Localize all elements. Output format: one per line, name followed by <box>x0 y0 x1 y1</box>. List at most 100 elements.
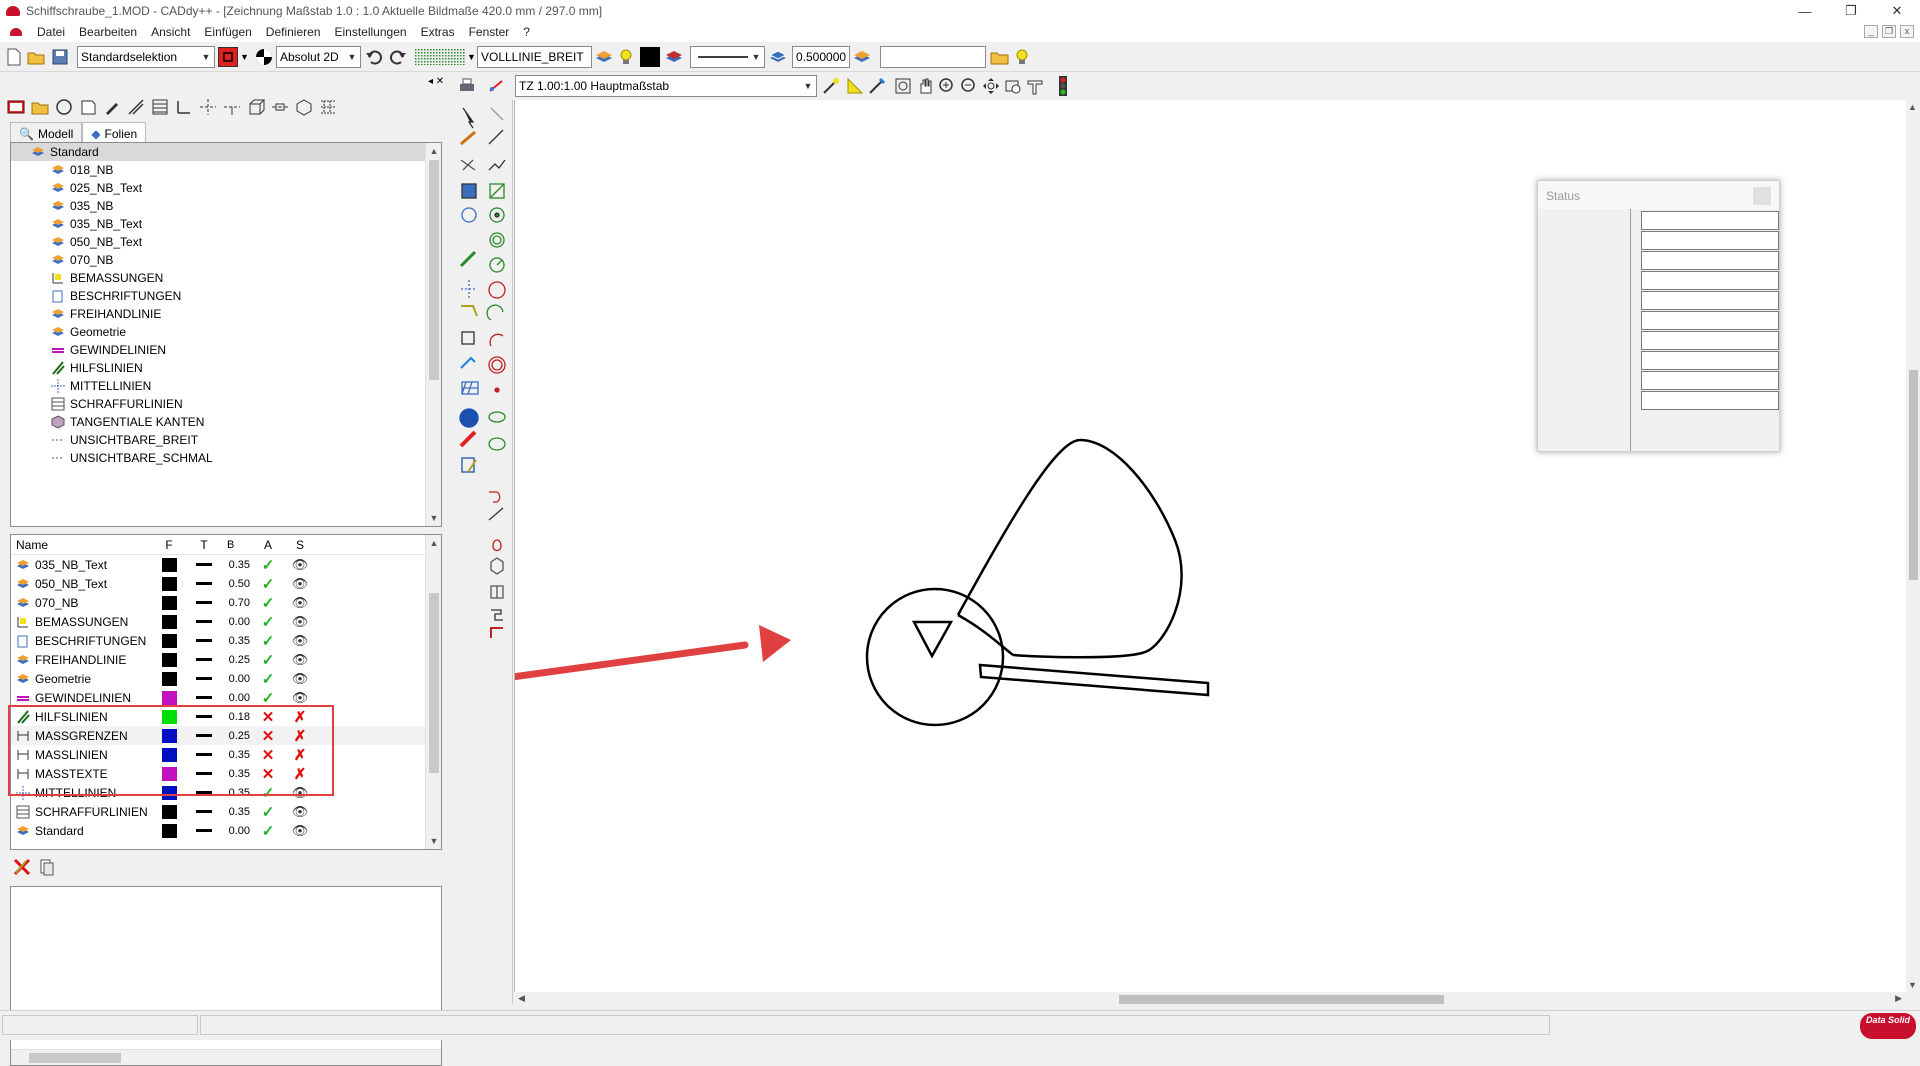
active-check-icon[interactable]: ✓ <box>253 689 283 707</box>
zoom-in-icon[interactable] <box>937 76 957 96</box>
menu-help[interactable]: ? <box>516 25 537 39</box>
grid-dropdown[interactable]: ▼ <box>467 52 476 62</box>
hscroll-left-icon[interactable]: ◀ <box>518 993 525 1004</box>
col-a[interactable]: A <box>253 538 283 552</box>
line-width-icon[interactable] <box>768 47 788 67</box>
line-type-icon[interactable] <box>196 582 212 585</box>
delete-layer-icon[interactable] <box>12 857 32 877</box>
col-s[interactable]: S <box>283 538 317 552</box>
redraw-icon[interactable] <box>1025 76 1045 96</box>
open-folder-icon[interactable] <box>26 47 46 67</box>
layer-width[interactable]: 0.35 <box>221 559 253 571</box>
tree-item[interactable]: FREIHANDLINIE <box>11 305 441 323</box>
folder-layer-icon[interactable] <box>990 47 1010 67</box>
select-color-icon[interactable] <box>218 47 238 67</box>
line-type-icon[interactable] <box>196 658 212 661</box>
tree-item[interactable]: UNSICHTBARE_SCHMAL <box>11 449 441 467</box>
visible-eye-icon[interactable]: 👁 <box>283 595 317 611</box>
zoom-out-icon[interactable] <box>959 76 979 96</box>
new-file-icon[interactable] <box>4 47 24 67</box>
tree-item[interactable]: GEWINDELINIEN <box>11 341 441 359</box>
select-circle-icon[interactable] <box>54 97 74 117</box>
menu-einstellungen[interactable]: Einstellungen <box>328 25 414 39</box>
tree-item[interactable]: BESCHRIFTUNGEN <box>11 287 441 305</box>
layer-color-swatch[interactable] <box>161 690 177 705</box>
light-bulb-icon[interactable] <box>616 47 636 67</box>
visible-eye-icon[interactable]: 👁 <box>283 823 317 839</box>
layer-row[interactable]: BEMASSUNGEN 0.00 ✓ 👁 <box>11 612 441 631</box>
layer-row[interactable]: Geometrie 0.00 ✓ 👁 <box>11 669 441 688</box>
layer-width[interactable]: 0.00 <box>221 692 253 704</box>
col-b[interactable]: B <box>221 539 253 551</box>
zoom-previous-icon[interactable] <box>1003 76 1023 96</box>
visible-eye-icon[interactable]: 👁 <box>283 614 317 630</box>
search-field[interactable] <box>880 46 986 68</box>
line-layer-icon[interactable] <box>664 47 684 67</box>
undo-icon[interactable] <box>364 47 384 67</box>
line-type-icon[interactable] <box>196 620 212 623</box>
line-type-icon[interactable] <box>196 601 212 604</box>
layer-width[interactable]: 0.35 <box>221 635 253 647</box>
hatch-tool-icon[interactable] <box>150 97 170 117</box>
tree-item[interactable]: UNSICHTBARE_BREIT <box>11 431 441 449</box>
active-check-icon[interactable]: ✓ <box>253 670 283 688</box>
line-type-field[interactable]: VOLLLINIE_BREIT <box>477 46 592 68</box>
list-scroll-up-icon[interactable]: ▲ <box>426 535 441 551</box>
restore-button[interactable]: ❐ <box>1828 0 1874 22</box>
tree-item[interactable]: SCHRAFFURLINIEN <box>11 395 441 413</box>
menu-fenster[interactable]: Fenster <box>462 25 517 39</box>
scroll-up-icon[interactable]: ▲ <box>426 143 441 159</box>
save-icon[interactable] <box>50 47 70 67</box>
tab-folien[interactable]: ◆ Folien <box>82 122 147 142</box>
vscroll-up-icon[interactable]: ▲ <box>1908 102 1917 112</box>
visible-eye-icon[interactable]: 👁 <box>283 633 317 649</box>
tree-item[interactable]: Standard <box>11 143 441 161</box>
menu-datei[interactable]: Datei <box>30 25 72 39</box>
drawing-tool-icons[interactable] <box>453 100 513 660</box>
active-check-icon[interactable]: ✓ <box>253 632 283 650</box>
mdi-close-button[interactable]: x <box>1900 25 1914 38</box>
snap-mode-icon[interactable] <box>254 47 274 67</box>
hscroll-thumb[interactable] <box>1119 995 1444 1004</box>
scale-select[interactable]: TZ 1.00:1.00 Hauptmaßstab ▼ <box>515 75 817 97</box>
active-check-icon[interactable]: ✓ <box>253 575 283 593</box>
line-type-icon[interactable] <box>196 563 212 566</box>
visible-eye-icon[interactable]: 👁 <box>283 804 317 820</box>
drawing-tool-icon[interactable] <box>487 76 507 96</box>
line-type-icon[interactable] <box>196 639 212 642</box>
vscroll-down-icon[interactable]: ▼ <box>1908 980 1917 990</box>
layer-width[interactable]: 0.00 <box>221 616 253 628</box>
layer-color-swatch[interactable] <box>161 557 177 572</box>
list-scrollbar[interactable]: ▲ ▼ <box>425 535 441 849</box>
menu-ansicht[interactable]: Ansicht <box>144 25 197 39</box>
layer-row[interactable]: BESCHRIFTUNGEN 0.35 ✓ 👁 <box>11 631 441 650</box>
dimension-tool-icon[interactable] <box>174 97 194 117</box>
active-check-icon[interactable]: ✓ <box>253 651 283 669</box>
tangent-tool-icon[interactable] <box>270 97 290 117</box>
helpline-tool-icon[interactable] <box>126 97 146 117</box>
layer-manager-icon[interactable] <box>6 97 26 117</box>
line-width-field[interactable]: 0.500000 <box>792 46 850 68</box>
layer-color-swatch[interactable] <box>161 823 177 838</box>
layer-row[interactable]: 050_NB_Text 0.50 ✓ 👁 <box>11 574 441 593</box>
zoom-fit-icon[interactable] <box>981 76 1001 96</box>
active-check-icon[interactable]: ✓ <box>253 822 283 840</box>
cube-tool-icon[interactable] <box>294 97 314 117</box>
layer-row[interactable]: 070_NB 0.70 ✓ 👁 <box>11 593 441 612</box>
menu-bearbeiten[interactable]: Bearbeiten <box>72 25 144 39</box>
layer-stack-icon[interactable] <box>852 47 872 67</box>
visible-eye-icon[interactable]: 👁 <box>283 690 317 706</box>
minimize-button[interactable]: — <box>1782 0 1828 22</box>
tree-item[interactable]: MITTELLINIEN <box>11 377 441 395</box>
layer-width[interactable]: 0.50 <box>221 578 253 590</box>
layer-color-swatch[interactable] <box>161 652 177 667</box>
ruler-icon[interactable] <box>845 76 865 96</box>
col-name[interactable]: Name <box>11 538 151 552</box>
line-type-icon[interactable] <box>196 829 212 832</box>
pen-edit-icon[interactable] <box>102 97 122 117</box>
line-style-select[interactable]: ▼ <box>690 46 765 68</box>
label-edit-icon[interactable] <box>78 97 98 117</box>
layer-row[interactable]: SCHRAFFURLINIEN 0.35 ✓ 👁 <box>11 802 441 821</box>
layer-icon[interactable] <box>594 47 614 67</box>
menu-einfuegen[interactable]: Einfügen <box>197 25 258 39</box>
